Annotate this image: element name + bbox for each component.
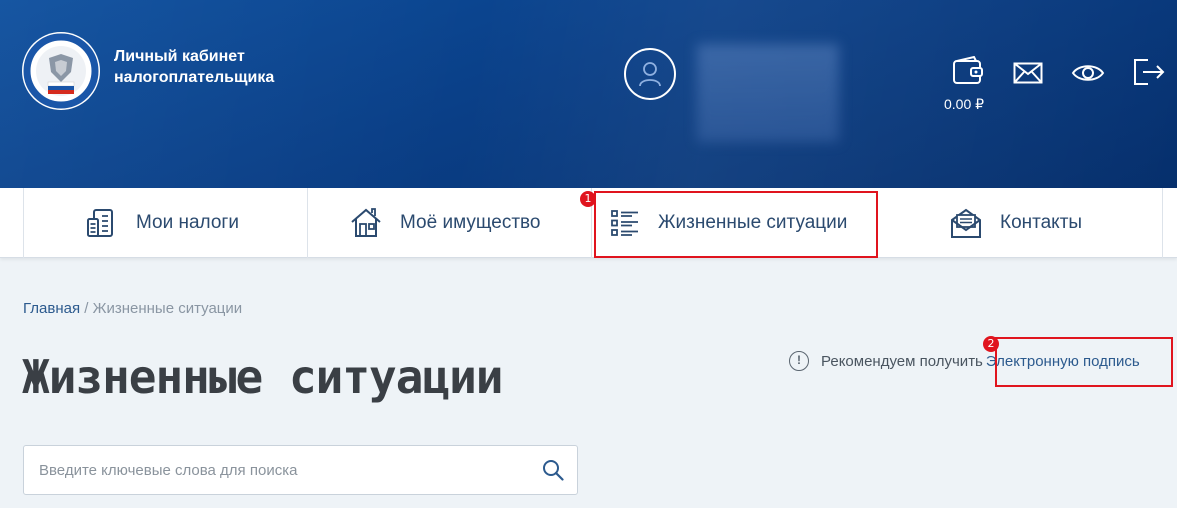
nav-item-label: Контакты bbox=[1000, 212, 1083, 233]
nav-divider bbox=[23, 188, 24, 258]
tax-document-icon bbox=[86, 207, 118, 239]
blurred-user-name bbox=[697, 44, 839, 142]
annotation-badge-1: 1 bbox=[580, 191, 596, 207]
eye-icon[interactable] bbox=[1071, 62, 1105, 89]
mail-icon[interactable] bbox=[1013, 62, 1043, 89]
envelope-open-icon bbox=[950, 207, 982, 239]
site-title-line1: Личный кабинет bbox=[114, 48, 245, 65]
recommendation-text: Рекомендуем получить bbox=[821, 352, 983, 370]
breadcrumb-current: Жизненные ситуации bbox=[92, 300, 243, 317]
search-input[interactable] bbox=[24, 446, 529, 494]
breadcrumb-home-link[interactable]: Главная bbox=[23, 300, 80, 317]
page-title: Жизненные ситуации bbox=[22, 350, 503, 404]
breadcrumb: Главная / Жизненные ситуации bbox=[23, 300, 242, 317]
nav-item-label: Мои налоги bbox=[136, 212, 239, 233]
fns-emblem-icon bbox=[23, 33, 99, 109]
breadcrumb-separator: / bbox=[80, 300, 93, 317]
user-avatar[interactable] bbox=[624, 48, 676, 100]
info-icon: ! bbox=[789, 351, 809, 371]
site-title-line2: налогоплательщика bbox=[114, 69, 275, 86]
search-icon[interactable] bbox=[529, 459, 577, 481]
site-title[interactable]: Личный кабинет налогоплательщика bbox=[114, 46, 274, 88]
nav-item-contacts[interactable]: Контакты bbox=[950, 188, 1082, 258]
site-header: Личный кабинет налогоплательщика 0.00 ₽ bbox=[0, 0, 1177, 188]
search-box bbox=[23, 445, 578, 495]
nav-item-my-property[interactable]: Моё имущество bbox=[350, 188, 540, 258]
annotation-badge-2: 2 bbox=[983, 336, 999, 352]
balance-amount[interactable]: 0.00 ₽ bbox=[944, 96, 984, 113]
annotation-box-1 bbox=[594, 191, 878, 258]
nav-divider bbox=[1162, 188, 1163, 258]
nav-divider bbox=[307, 188, 308, 258]
nav-item-my-taxes[interactable]: Мои налоги bbox=[86, 188, 239, 258]
wallet-icon[interactable] bbox=[952, 55, 984, 91]
fns-logo[interactable] bbox=[22, 32, 100, 110]
nav-item-label: Моё имущество bbox=[400, 212, 541, 233]
annotation-box-2 bbox=[995, 337, 1173, 387]
house-icon bbox=[350, 207, 382, 239]
logout-icon[interactable] bbox=[1132, 58, 1166, 91]
user-icon bbox=[639, 62, 661, 87]
